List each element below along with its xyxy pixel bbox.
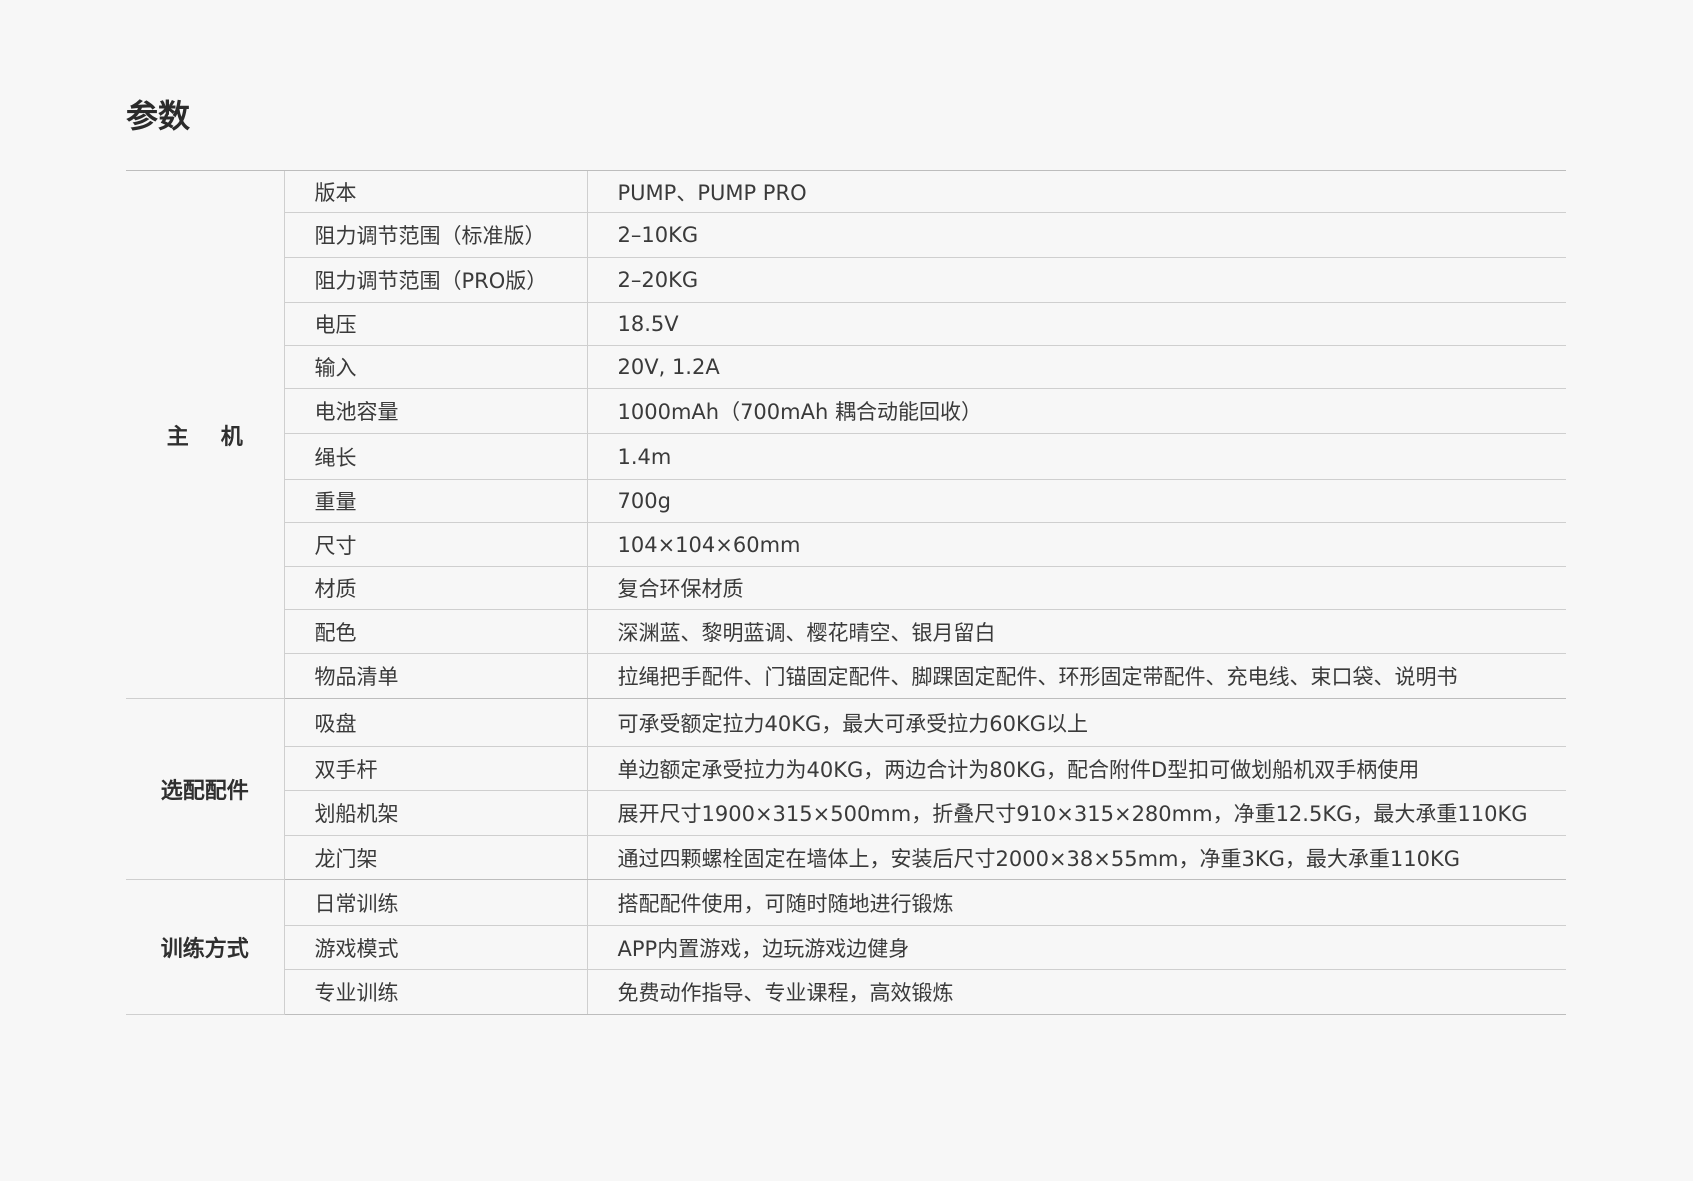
table-row: 选配配件 吸盘 可承受额定拉力40KG，最大可承受拉力60KG以上 <box>126 698 1566 880</box>
spec-label: 阻力调节范围（PRO版） <box>283 257 587 303</box>
table-row: 训练方式 日常训练 搭配配件使用，可随时随地进行锻炼 <box>126 879 1566 1015</box>
table-row: 物品清单 拉绳把手配件、门锚固定配件、脚踝固定配件、环形固定带配件、充电线、束口袋… <box>126 653 1566 699</box>
table-row: 双手杆 单边额定承受拉力为40KG，两边合计为80KG，配合附件D型扣可做划船机双… <box>126 746 1566 791</box>
table-row: 电池容量 1000mAh（700mAh 耦合动能回收） <box>126 388 1566 434</box>
spec-value: 复合环保材质 <box>586 566 1566 610</box>
spec-label: 配色 <box>283 609 587 654</box>
spec-value: 18.5V <box>586 302 1566 346</box>
spec-value: 2–10KG <box>586 212 1566 258</box>
table-row: 龙门架 通过四颗螺栓固定在墙体上，安装后尺寸2000×38×55mm，净重3KG，… <box>126 835 1566 880</box>
spec-label: 专业训练 <box>283 969 587 1015</box>
table-row: 阻力调节范围（标准版） 2–10KG <box>126 212 1566 258</box>
spec-value: 搭配配件使用，可随时随地进行锻炼 <box>586 879 1566 926</box>
spec-label: 物品清单 <box>283 653 587 699</box>
spec-label: 电压 <box>283 302 587 346</box>
table-row: 配色 深渊蓝、黎明蓝调、樱花晴空、银月留白 <box>126 609 1566 654</box>
spec-label: 版本 <box>283 170 587 213</box>
table-row: 电压 18.5V <box>126 302 1566 346</box>
spec-value: PUMP、PUMP PRO <box>586 170 1566 213</box>
group-header: 主机 <box>126 170 284 699</box>
spec-table-body: 主机 版本 PUMP、PUMP PRO 阻力调节范围（标准版） 2–10KG 阻力调节范围… <box>126 170 1566 1015</box>
spec-value: 通过四颗螺栓固定在墙体上，安装后尺寸2000×38×55mm，净重3KG，最大承… <box>586 835 1566 880</box>
spec-value: 1000mAh（700mAh 耦合动能回收） <box>586 388 1566 434</box>
spec-value: 20V, 1.2A <box>586 345 1566 389</box>
spec-value: 展开尺寸1900×315×500mm，折叠尺寸910×315×280mm，净重1… <box>586 790 1566 836</box>
group-header: 训练方式 <box>126 879 284 1015</box>
spec-value: 可承受额定拉力40KG，最大可承受拉力60KG以上 <box>586 698 1566 747</box>
table-row: 输入 20V, 1.2A <box>126 345 1566 389</box>
spec-label: 电池容量 <box>283 388 587 434</box>
spec-value: 2–20KG <box>586 257 1566 303</box>
group-label: 选配配件 <box>160 779 249 804</box>
spec-label: 双手杆 <box>283 746 587 791</box>
table-row: 尺寸 104×104×60mm <box>126 522 1566 567</box>
table-row: 材质 复合环保材质 <box>126 566 1566 610</box>
spec-label: 重量 <box>283 479 587 523</box>
spec-value: 单边额定承受拉力为40KG，两边合计为80KG，配合附件D型扣可做划船机双手柄使… <box>586 746 1566 791</box>
group-label: 主机 <box>166 424 275 450</box>
spec-label: 输入 <box>283 345 587 389</box>
group-header: 选配配件 <box>126 698 284 880</box>
table-row: 阻力调节范围（PRO版） 2–20KG <box>126 257 1566 303</box>
spec-label: 龙门架 <box>283 835 587 880</box>
table-row: 划船机架 展开尺寸1900×315×500mm，折叠尺寸910×315×280mm… <box>126 790 1566 836</box>
table-row: 重量 700g <box>126 479 1566 523</box>
spec-value: 1.4m <box>586 433 1566 480</box>
spec-value: 700g <box>586 479 1566 523</box>
table-row: 专业训练 免费动作指导、专业课程，高效锻炼 <box>126 969 1566 1015</box>
spec-label: 材质 <box>283 566 587 610</box>
spec-label: 阻力调节范围（标准版） <box>283 212 587 258</box>
table-row: 绳长 1.4m <box>126 433 1566 480</box>
table-row: 游戏模式 APP内置游戏，边玩游戏边健身 <box>126 925 1566 970</box>
spec-value: 拉绳把手配件、门锚固定配件、脚踝固定配件、环形固定带配件、充电线、束口袋、说明书 <box>586 653 1566 699</box>
spec-label: 游戏模式 <box>283 925 587 970</box>
group-label: 训练方式 <box>160 937 249 962</box>
spec-label: 吸盘 <box>283 698 587 747</box>
spec-value: 104×104×60mm <box>586 522 1566 567</box>
spec-value: 深渊蓝、黎明蓝调、樱花晴空、银月留白 <box>586 609 1566 654</box>
spec-label: 绳长 <box>283 433 587 480</box>
spec-label: 日常训练 <box>283 879 587 926</box>
table-row: 主机 版本 PUMP、PUMP PRO <box>126 170 1566 699</box>
spec-table: 主机 版本 PUMP、PUMP PRO 阻力调节范围（标准版） 2–10KG 阻力调节范围… <box>126 170 1566 1015</box>
spec-value: 免费动作指导、专业课程，高效锻炼 <box>586 969 1566 1015</box>
spec-label: 划船机架 <box>283 790 587 836</box>
spec-value: APP内置游戏，边玩游戏边健身 <box>586 925 1566 970</box>
page-title: 参数 <box>126 97 191 135</box>
spec-label: 尺寸 <box>283 522 587 567</box>
